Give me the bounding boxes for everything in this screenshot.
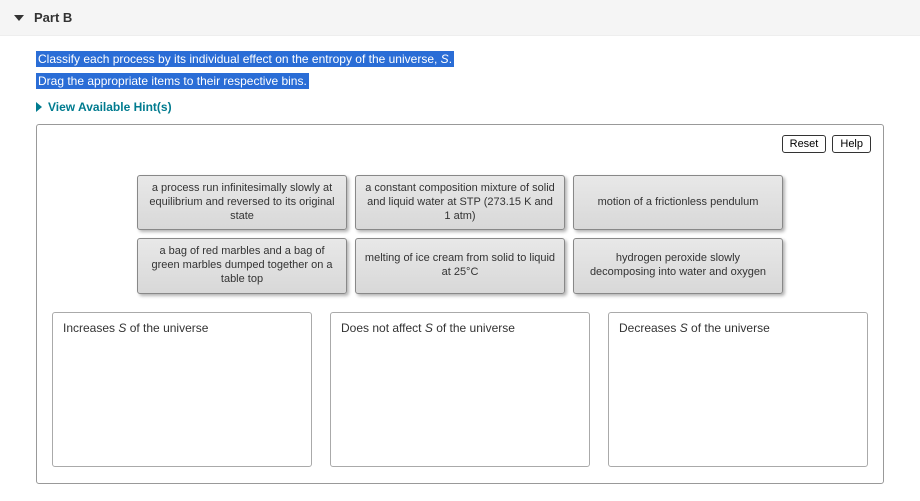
bin-sym: S	[680, 321, 688, 335]
section-header[interactable]: Part B	[0, 0, 920, 36]
bin-label-increases: Increases S of the universe	[63, 321, 301, 335]
bin-no-effect[interactable]: Does not affect S of the universe	[330, 312, 590, 467]
bin-suf: of the universe	[688, 321, 770, 335]
drag-item[interactable]: a constant composition mixture of solid …	[355, 175, 565, 230]
bin-label-decreases: Decreases S of the universe	[619, 321, 857, 335]
bin-increases[interactable]: Increases S of the universe	[52, 312, 312, 467]
prompt-symbol: S	[441, 52, 449, 66]
panel-toolbar: Reset Help	[49, 135, 871, 153]
prompt-text-1: Classify each process by its individual …	[36, 51, 454, 67]
drag-item[interactable]: a bag of red marbles and a bag of green …	[137, 238, 347, 293]
draggable-items-zone: a process run infinitesimally slowly at …	[49, 175, 871, 294]
content-area: Classify each process by its individual …	[0, 36, 920, 484]
chevron-right-icon	[36, 102, 42, 112]
bin-suf: of the universe	[433, 321, 515, 335]
bin-sym: S	[425, 321, 433, 335]
prompt-line-1: Classify each process by its individual …	[36, 50, 884, 68]
prompt-prefix: Classify each process by its individual …	[38, 52, 441, 66]
bin-pre: Does not affect	[341, 321, 425, 335]
reset-button[interactable]: Reset	[782, 135, 827, 153]
drag-item[interactable]: motion of a frictionless pendulum	[573, 175, 783, 230]
chevron-down-icon	[14, 15, 24, 21]
items-row-2: a bag of red marbles and a bag of green …	[137, 238, 783, 293]
view-hints-toggle[interactable]: View Available Hint(s)	[36, 100, 884, 114]
help-button[interactable]: Help	[832, 135, 871, 153]
drag-item[interactable]: hydrogen peroxide slowly decomposing int…	[573, 238, 783, 293]
items-row-1: a process run infinitesimally slowly at …	[137, 175, 783, 230]
bin-label-noeffect: Does not affect S of the universe	[341, 321, 579, 335]
bin-suf: of the universe	[126, 321, 208, 335]
bin-pre: Decreases	[619, 321, 680, 335]
part-title: Part B	[34, 10, 72, 25]
sorting-panel: Reset Help a process run infinitesimally…	[36, 124, 884, 484]
prompt-suffix: .	[449, 52, 452, 66]
bins-row: Increases S of the universe Does not aff…	[49, 312, 871, 467]
drag-item[interactable]: melting of ice cream from solid to liqui…	[355, 238, 565, 293]
prompt-text-2: Drag the appropriate items to their resp…	[36, 73, 309, 89]
bin-pre: Increases	[63, 321, 118, 335]
bin-decreases[interactable]: Decreases S of the universe	[608, 312, 868, 467]
prompt-line-2: Drag the appropriate items to their resp…	[36, 72, 884, 90]
drag-item[interactable]: a process run infinitesimally slowly at …	[137, 175, 347, 230]
hints-label: View Available Hint(s)	[48, 100, 172, 114]
